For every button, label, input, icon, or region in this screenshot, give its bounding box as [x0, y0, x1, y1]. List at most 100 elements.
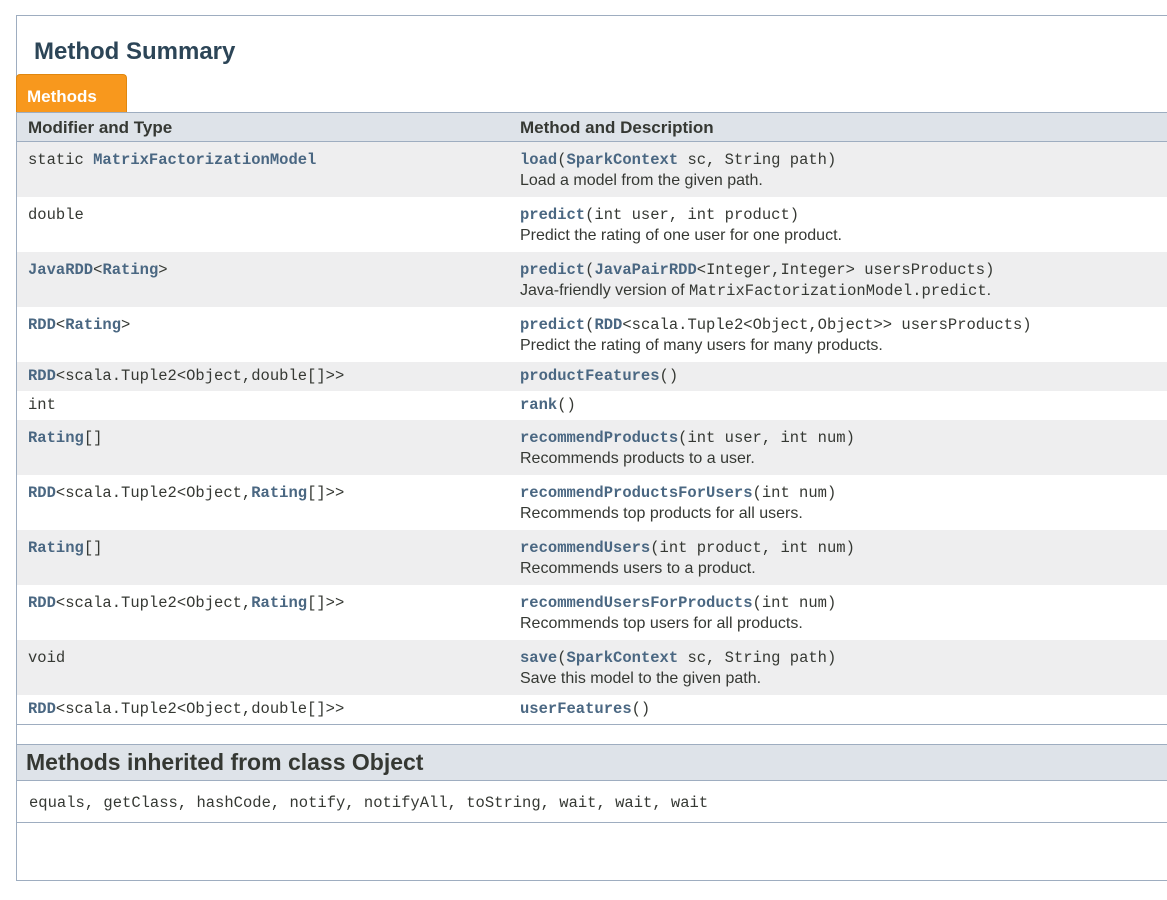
type-link[interactable]: predict: [520, 316, 585, 334]
table-row: static MatrixFactorizationModel load(Spar…: [17, 142, 1167, 197]
type-link[interactable]: RDD: [28, 484, 56, 502]
separator: ,: [345, 794, 364, 812]
type-link[interactable]: RDD: [594, 316, 622, 334]
code-text: []>>: [307, 594, 345, 612]
type-link[interactable]: recommendUsersForProducts: [520, 594, 753, 612]
method-cell: predict(int user, int product) Predict th…: [510, 197, 1167, 252]
inherited-method-link[interactable]: toString: [466, 794, 540, 812]
method-signature: predict(int user, int product): [520, 206, 1167, 224]
code-text: sc, String path): [678, 151, 837, 169]
type-link[interactable]: predict: [520, 261, 585, 279]
table-row: RDD<scala.Tuple2<Object,Rating[]>> recomm…: [17, 585, 1167, 640]
method-description: Recommends users to a product.: [520, 560, 1167, 578]
code-text: <scala.Tuple2<Object,double[]>>: [55, 700, 345, 718]
type-link[interactable]: RDD: [28, 594, 56, 612]
section-title: Method Summary: [34, 38, 236, 65]
type-link[interactable]: RDD: [28, 700, 56, 718]
code-text: (): [557, 396, 576, 414]
separator: ,: [447, 794, 467, 812]
description-text: Java-friendly version of: [520, 282, 689, 299]
type-link[interactable]: productFeatures: [520, 367, 660, 385]
method-cell: recommendProducts(int user, int num) Reco…: [510, 420, 1167, 475]
type-link[interactable]: userFeatures: [520, 700, 632, 718]
type-link[interactable]: SparkContext: [567, 151, 679, 169]
table-row: RDD<scala.Tuple2<Object,double[]>> produc…: [17, 362, 1167, 391]
modifier-type-cell: void: [17, 640, 510, 695]
type-link[interactable]: Rating: [65, 316, 121, 334]
inherited-method-link[interactable]: hashCode: [196, 794, 270, 812]
column-header-modifier: Modifier and Type: [28, 118, 173, 137]
code-text: (int num): [752, 484, 837, 502]
table-row: RDD<scala.Tuple2<Object,Rating[]>> recomm…: [17, 475, 1167, 530]
method-description: Predict the rating of one user for one p…: [520, 227, 1167, 245]
type-link[interactable]: RDD: [28, 367, 56, 385]
code-text: <scala.Tuple2<Object,: [55, 484, 252, 502]
type-link[interactable]: save: [520, 649, 557, 667]
separator: ,: [596, 794, 616, 812]
modifier-type-cell: Rating[]: [17, 420, 510, 475]
inherited-method-link[interactable]: notify: [289, 794, 345, 812]
method-cell: recommendUsers(int product, int num) Reco…: [510, 530, 1167, 585]
code-text: void: [28, 649, 66, 667]
type-link[interactable]: Rating: [28, 539, 84, 557]
description-text: Recommends top products for all users.: [520, 505, 803, 522]
code-text: (: [557, 151, 567, 169]
method-cell: recommendProductsForUsers(int num) Recomm…: [510, 475, 1167, 530]
code-text: <scala.Tuple2<Object,: [55, 594, 252, 612]
type-link[interactable]: recommendUsers: [520, 539, 650, 557]
method-signature: recommendProductsForUsers(int num): [520, 484, 1167, 502]
type-link[interactable]: predict: [520, 206, 585, 224]
method-signature: recommendProducts(int user, int num): [520, 429, 1167, 447]
inherited-method-link[interactable]: wait: [615, 794, 652, 812]
method-cell: rank(): [510, 391, 1167, 420]
type-link[interactable]: recommendProducts: [520, 429, 678, 447]
code-text: <scala.Tuple2<Object,double[]>>: [55, 367, 345, 385]
type-link[interactable]: SparkContext: [567, 649, 679, 667]
table-row: RDD<scala.Tuple2<Object,double[]>> userFe…: [17, 695, 1167, 724]
code-text: (int product, int num): [650, 539, 855, 557]
table-header: Modifier and Type Method and Description: [17, 112, 1167, 142]
inherited-method-link[interactable]: wait: [671, 794, 708, 812]
method-description: Load a model from the given path.: [520, 172, 1167, 190]
modifier-type-cell: RDD<Rating>: [17, 307, 510, 362]
modifier-type-cell: RDD<scala.Tuple2<Object,Rating[]>>: [17, 585, 510, 640]
code-text: <: [55, 316, 66, 334]
code-text: int: [28, 396, 56, 414]
table-row: int rank(): [17, 391, 1167, 420]
type-link[interactable]: recommendProductsForUsers: [520, 484, 753, 502]
code-text: (): [631, 700, 651, 718]
code-text: sc, String path): [678, 649, 837, 667]
table-row: void save(SparkContext sc, String path) Sa…: [17, 640, 1167, 695]
method-signature: userFeatures(): [520, 700, 1167, 718]
code-text: []: [83, 539, 103, 557]
type-link[interactable]: Rating: [251, 484, 307, 502]
type-link[interactable]: Rating: [102, 261, 158, 279]
method-signature: predict(RDD<scala.Tuple2<Object,Object>>…: [520, 316, 1167, 334]
type-link[interactable]: rank: [520, 396, 557, 414]
method-signature: save(SparkContext sc, String path): [520, 649, 1167, 667]
type-link[interactable]: Rating: [28, 429, 84, 447]
type-link[interactable]: load: [520, 151, 557, 169]
method-cell: save(SparkContext sc, String path) Save t…: [510, 640, 1167, 695]
code-text: []: [83, 429, 103, 447]
method-signature: rank(): [520, 396, 1167, 414]
code-text: (int user, int num): [678, 429, 855, 447]
type-link[interactable]: RDD: [28, 316, 56, 334]
inherited-method-link[interactable]: getClass: [103, 794, 177, 812]
inherited-method-link[interactable]: notifyAll: [364, 794, 448, 812]
description-text: Save this model to the given path.: [520, 670, 762, 687]
inherited-method-link[interactable]: equals: [29, 794, 85, 812]
type-link[interactable]: JavaRDD: [28, 261, 93, 279]
method-cell: predict(JavaPairRDD<Integer,Integer> use…: [510, 252, 1167, 307]
column-header-method: Method and Description: [520, 118, 714, 137]
type-link[interactable]: MatrixFactorizationModel: [93, 151, 316, 169]
code-text: []>>: [307, 484, 345, 502]
tab-methods[interactable]: Methods: [16, 74, 127, 112]
type-link[interactable]: Rating: [251, 594, 307, 612]
method-cell: productFeatures(): [510, 362, 1167, 391]
type-link[interactable]: JavaPairRDD: [594, 261, 696, 279]
method-description: Recommends top products for all users.: [520, 505, 1167, 523]
description-text: Recommends products to a user.: [520, 450, 755, 467]
separator: ,: [177, 794, 197, 812]
inherited-method-link[interactable]: wait: [559, 794, 596, 812]
